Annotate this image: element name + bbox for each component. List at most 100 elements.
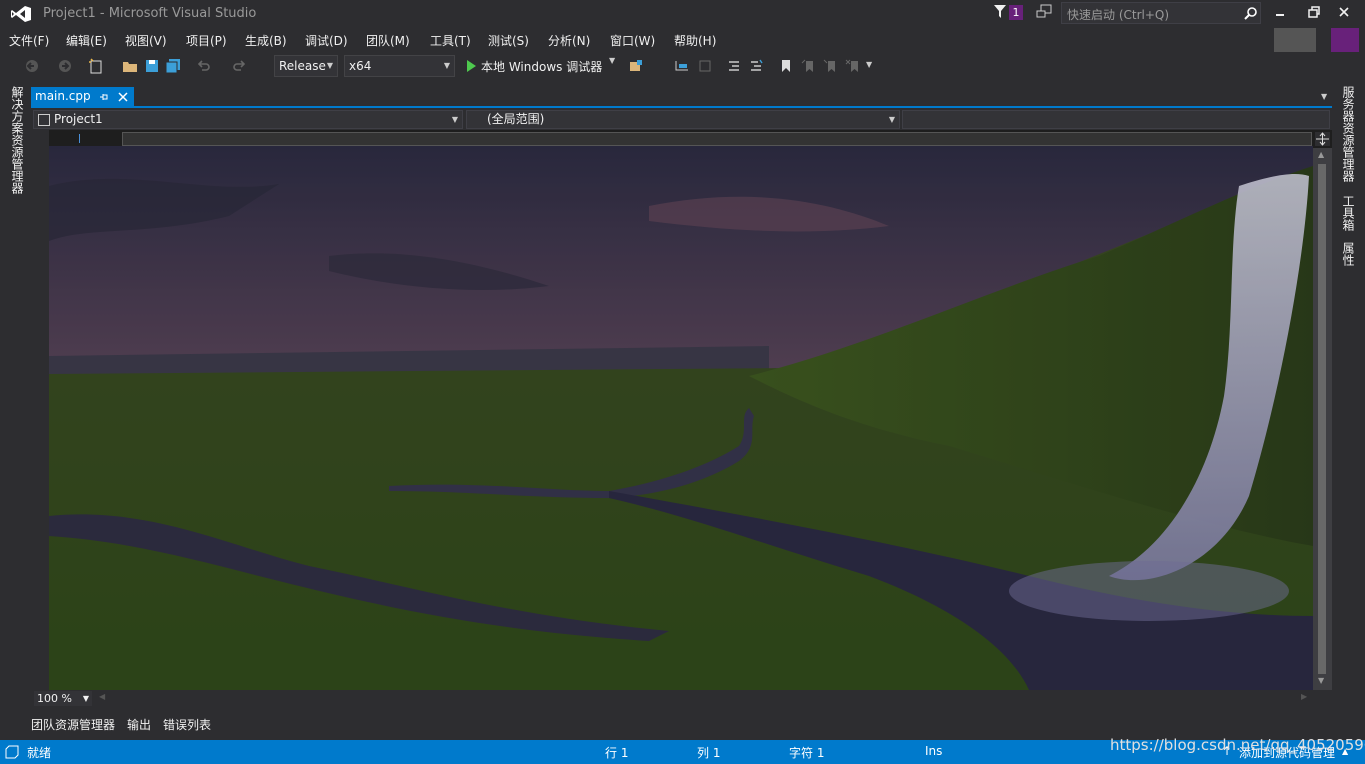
account-avatar[interactable]: [1331, 28, 1359, 52]
project-dropdown[interactable]: Project1 ▼: [33, 110, 463, 129]
quick-launch-input[interactable]: 快速启动 (Ctrl+Q): [1061, 2, 1261, 24]
scroll-right-icon[interactable]: ▶: [1301, 692, 1307, 701]
chevron-down-icon: ▼: [443, 61, 450, 70]
solution-explorer-tab[interactable]: 解决方案资源管理器: [9, 86, 26, 194]
watermark-url: https://blog.csdn.net/qq_40520596: [1110, 736, 1365, 754]
chevron-down-icon: ▼: [326, 61, 333, 70]
vertical-scroll-thumb[interactable]: [1318, 164, 1326, 674]
indicator-margin: [31, 130, 49, 690]
project-name: Project1: [54, 112, 103, 126]
team-explorer-tab[interactable]: 团队资源管理器: [31, 716, 115, 733]
configuration-value: Release: [279, 59, 326, 73]
open-file-icon[interactable]: [122, 58, 138, 74]
code-editor[interactable]: ▲ ▼: [31, 130, 1332, 690]
local-windows-debugger-button[interactable]: 本地 Windows 调试器: [481, 58, 602, 75]
close-icon[interactable]: [1334, 4, 1354, 22]
platform-value: x64: [349, 59, 372, 73]
account-avatar-placeholder[interactable]: [1274, 28, 1316, 52]
text-caret: [79, 134, 80, 143]
navigate-back-icon[interactable]: [24, 58, 40, 74]
uncomment-lines-icon[interactable]: [748, 58, 764, 74]
menu-help[interactable]: 帮助(H): [674, 32, 716, 49]
tab-label: main.cpp: [35, 89, 91, 103]
menu-bar: 文件(F) 编辑(E) 视图(V) 项目(P) 生成(B) 调试(D) 团队(M…: [0, 28, 1365, 52]
navigate-forward-icon[interactable]: [57, 58, 73, 74]
solution-platform-select[interactable]: x64 ▼: [344, 55, 455, 77]
project-icon: [38, 113, 50, 126]
vertical-scrollbar[interactable]: ▲ ▼: [1313, 148, 1332, 690]
clear-bookmarks-icon[interactable]: [845, 58, 861, 74]
menu-test[interactable]: 测试(S): [488, 32, 529, 49]
scroll-left-icon[interactable]: ◀: [99, 692, 105, 701]
save-all-icon[interactable]: [165, 58, 181, 74]
solution-configuration-select[interactable]: Release ▼: [274, 55, 338, 77]
standard-toolbar: Release ▼ x64 ▼ ▼ ▼: [0, 52, 1365, 80]
zoom-value: 100 %: [37, 692, 72, 705]
output-window-icon[interactable]: [5, 745, 19, 759]
menu-analyze[interactable]: 分析(N): [548, 32, 590, 49]
scroll-up-icon[interactable]: ▲: [1318, 150, 1324, 159]
save-icon[interactable]: [144, 58, 160, 74]
status-line: 行 1: [605, 746, 629, 760]
menu-tools[interactable]: 工具(T): [430, 32, 471, 49]
toolbox-tab[interactable]: 工具箱: [1340, 195, 1357, 231]
editor-background-image: [49, 146, 1313, 690]
status-column: 列 1: [697, 746, 721, 760]
feedback-icon[interactable]: [1036, 4, 1052, 20]
status-text: 就绪: [27, 746, 52, 760]
restore-icon[interactable]: [1304, 4, 1324, 22]
visual-studio-window: Project1 - Microsoft Visual Studio 1 快速启…: [0, 0, 1365, 764]
pin-icon[interactable]: [99, 92, 109, 102]
editor-horizontal-bar: 100 % ▼ ◀ ▶: [31, 690, 1332, 707]
tab-main-cpp[interactable]: main.cpp: [31, 87, 134, 107]
close-tab-icon[interactable]: [118, 92, 128, 102]
menu-view[interactable]: 视图(V): [125, 32, 167, 49]
scope-dropdown[interactable]: (全局范围) ▼: [466, 110, 900, 129]
split-window-icon[interactable]: [1315, 132, 1330, 146]
properties-tab[interactable]: 属性: [1340, 242, 1357, 266]
visual-studio-logo-icon: [11, 6, 31, 22]
minimize-icon[interactable]: [1270, 4, 1290, 22]
scope-value: (全局范围): [487, 112, 545, 126]
tab-list-dropdown-icon[interactable]: ▼: [1321, 92, 1327, 101]
search-icon[interactable]: [1244, 6, 1258, 20]
new-project-icon[interactable]: [88, 58, 104, 74]
comment-lines-icon[interactable]: [726, 58, 742, 74]
notification-flag-icon[interactable]: [993, 4, 1007, 20]
member-dropdown[interactable]: [902, 110, 1330, 129]
notification-badge[interactable]: 1: [1009, 5, 1023, 20]
step-over-icon[interactable]: [697, 58, 713, 74]
error-list-tab[interactable]: 错误列表: [163, 716, 211, 733]
start-debugging-icon[interactable]: [463, 58, 479, 74]
step-into-icon[interactable]: [674, 58, 690, 74]
chevron-down-icon: ▼: [451, 115, 458, 124]
menu-debug[interactable]: 调试(D): [305, 32, 348, 49]
output-tab[interactable]: 输出: [127, 716, 151, 733]
chevron-down-icon: ▼: [82, 694, 89, 703]
editor-split-bar[interactable]: [122, 132, 1312, 146]
zoom-select[interactable]: 100 % ▼: [34, 691, 92, 706]
menu-project[interactable]: 项目(P): [186, 32, 227, 49]
scroll-down-icon[interactable]: ▼: [1318, 676, 1324, 685]
next-bookmark-icon[interactable]: [822, 58, 838, 74]
undo-icon[interactable]: [196, 58, 212, 74]
bookmark-icon[interactable]: [778, 58, 794, 74]
menu-edit[interactable]: 编辑(E): [66, 32, 107, 49]
navigation-bar: Project1 ▼ (全局范围) ▼: [31, 108, 1332, 130]
status-insert-mode: Ins: [925, 744, 943, 758]
status-char: 字符 1: [789, 746, 825, 760]
previous-bookmark-icon[interactable]: [800, 58, 816, 74]
menu-window[interactable]: 窗口(W): [610, 32, 655, 49]
menu-build[interactable]: 生成(B): [245, 32, 287, 49]
application-insights-icon[interactable]: [628, 58, 644, 74]
run-dropdown-icon[interactable]: ▼: [609, 56, 625, 72]
window-title: Project1 - Microsoft Visual Studio: [43, 6, 257, 21]
toolbar-overflow-icon[interactable]: ▼: [866, 60, 882, 76]
server-explorer-tab[interactable]: 服务器资源管理器: [1340, 86, 1357, 182]
chevron-down-icon: ▼: [888, 115, 895, 124]
redo-icon[interactable]: [231, 58, 247, 74]
quick-launch-placeholder: 快速启动 (Ctrl+Q): [1067, 8, 1170, 22]
menu-team[interactable]: 团队(M): [366, 32, 410, 49]
title-bar: Project1 - Microsoft Visual Studio 1 快速启…: [0, 0, 1365, 28]
menu-file[interactable]: 文件(F): [9, 32, 49, 49]
